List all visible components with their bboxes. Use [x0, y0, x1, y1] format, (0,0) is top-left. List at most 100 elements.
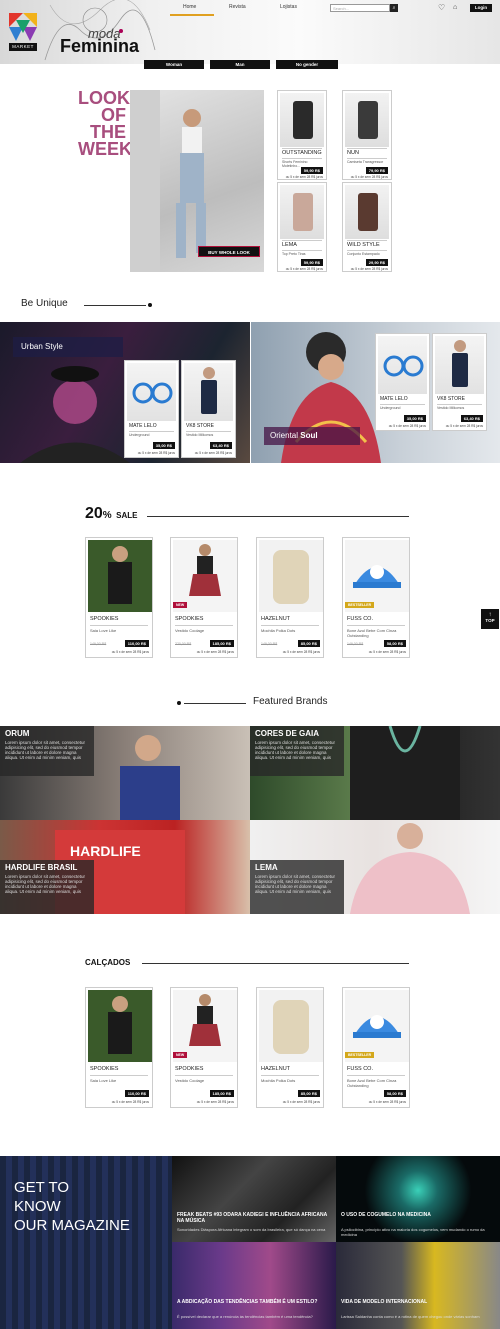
product-card[interactable]: NEW SPOOKIES Vestido Coolage 220,00 R$ 185,0…	[170, 537, 238, 658]
article-title: A ABDICAÇÃO DAS TENDÊNCIAS TAMBÉM É UM E…	[177, 1299, 318, 1305]
brand-orum-overlay[interactable]: ORUM Lorem ipsum dolor sit amet, consecte…	[0, 726, 94, 776]
market-logo[interactable]: MARKET	[9, 13, 37, 51]
product-desc: Camiseta Transgressor	[347, 160, 384, 164]
be-unique-heading: Be Unique	[21, 298, 68, 309]
look-product-card[interactable]: WILD STYLE Conjunto Estampado 29,90 R$ ou 5…	[342, 182, 392, 272]
bag-icon[interactable]: ⌂	[453, 4, 457, 11]
sale-heading: 20% SALE	[85, 505, 138, 523]
product-title: SPOOKIES	[175, 616, 204, 622]
section-dot	[148, 303, 152, 307]
look-product-card[interactable]: NUN Camiseta Transgressor 79,90 R$ ou 5 x d…	[342, 90, 392, 180]
sale-word: SALE	[116, 511, 138, 520]
tab-no-gender[interactable]: No gender	[276, 60, 338, 69]
product-desc: Conjunto Estampado	[347, 252, 380, 256]
product-image	[280, 185, 324, 239]
tab-woman[interactable]: Woman	[144, 60, 204, 69]
card-divider	[186, 431, 231, 432]
product-image	[378, 336, 427, 394]
product-card[interactable]: SPOOKIES Saia Love Like 149,00 R$ 110,00 R$…	[85, 537, 153, 658]
article-description: É possível declarar que a renúncia às te…	[177, 1314, 313, 1319]
nav-revista[interactable]: Revista	[229, 4, 246, 10]
mini-product-card[interactable]: VK8 STORE Vestido Milkomos 63,40 R$ ou 5 x …	[181, 360, 236, 458]
product-price: 79,90 R$	[365, 167, 388, 174]
product-old-price: 149,00 R$	[90, 642, 107, 646]
mini-product-card[interactable]: VK8 STORE Vestido Milkomos 63,40 R$ ou 5 x …	[432, 333, 487, 431]
product-price: 58,00 R$	[383, 1090, 406, 1097]
product-price: 59,90 R$	[300, 167, 323, 174]
product-installments: ou 5 x de sem 28 R$ juros	[111, 1100, 149, 1104]
heart-icon[interactable]: ♡	[438, 3, 445, 12]
section-dot	[177, 701, 181, 705]
product-installments: ou 5 x de sem 28 R$ juros	[196, 650, 234, 654]
card-divider	[347, 158, 387, 159]
product-price: 35,00 R$	[152, 442, 175, 449]
buy-whole-look-button[interactable]: BUY WHOLE LOOK	[198, 246, 260, 257]
look-product-card[interactable]: LEMA Top Preto Tiras 59,90 R$ ou 5 x de sem…	[277, 182, 327, 272]
card-divider	[261, 625, 319, 626]
title-line: WEEK	[78, 139, 132, 159]
magazine-article-tile[interactable]: VIDA DE MODELO INTERNACIONAL Larissa Sald…	[336, 1242, 500, 1329]
product-card[interactable]: BESTSELLER FUSS CO. Bone Azul Bebe Com Cin…	[342, 987, 410, 1108]
product-desc: Mochila Polka Dots	[261, 1078, 296, 1083]
product-desc: Underground	[129, 433, 150, 437]
magazine-article-tile[interactable]: A ABDICAÇÃO DAS TENDÊNCIAS TAMBÉM É UM E…	[172, 1242, 336, 1329]
look-main-photo[interactable]: BUY WHOLE LOOK	[130, 90, 264, 272]
product-card[interactable]: NEW SPOOKIES Vestido Coolage 185,00 R$ ou 5 …	[170, 987, 238, 1108]
model-figure-illustration	[130, 90, 206, 272]
product-price: 110,00 R$	[124, 640, 149, 647]
product-image	[184, 363, 233, 421]
nav-lojistas[interactable]: Lojistas	[280, 4, 297, 10]
heading-line: KNOW	[14, 1198, 61, 1215]
product-installments: ou 5 x de sem 28 R$ juros	[368, 650, 406, 654]
product-title: SPOOKIES	[175, 1066, 204, 1072]
search-input[interactable]: Search...	[330, 4, 390, 12]
product-price: 59,90 R$	[300, 259, 323, 266]
brand-hardlife-description: Lorem ipsum dolor sit amet, consectetur …	[5, 874, 86, 894]
search-icon[interactable]: ⌕	[390, 4, 398, 12]
product-title: HAZELNUT	[261, 616, 291, 622]
product-card[interactable]: BESTSELLER FUSS CO. Bone Azul Bebe Com Cin…	[342, 537, 410, 658]
product-desc: Saia Love Like	[90, 1078, 117, 1083]
featured-brands-heading: Featured Brands	[253, 696, 328, 707]
product-old-price: 149,00 R$	[347, 642, 364, 646]
brand-hardlife-overlay[interactable]: HARDLIFE BRASIL Lorem ipsum dolor sit ame…	[0, 860, 94, 914]
product-image	[259, 540, 323, 612]
tab-man[interactable]: Man	[210, 60, 270, 69]
brand-cores-de-gaia-name: CORES DE GAIA	[255, 729, 320, 738]
product-card[interactable]: HAZELNUT Mochila Polka Dots 85,00 R$ ou 5 x…	[256, 987, 324, 1108]
product-desc: Bone Azul Bebe Com Cinza Outstanding	[347, 1078, 397, 1088]
article-description: Sonoridades Diáspora Africana integram o…	[177, 1227, 326, 1232]
card-divider	[380, 404, 425, 405]
product-image	[435, 336, 484, 394]
sale-percent-sign: %	[102, 510, 112, 521]
login-button[interactable]: Login	[470, 4, 492, 12]
product-title: VK8 STORE	[186, 423, 214, 429]
product-price: 35,00 R$	[403, 415, 426, 422]
product-card[interactable]: SPOOKIES Saia Love Like 110,00 R$ ou 5 x de…	[85, 987, 153, 1108]
product-old-price: 220,00 R$	[175, 642, 192, 646]
product-title: SPOOKIES	[90, 1066, 119, 1072]
product-installments: ou 5 x de sem 28 R$ juros	[350, 267, 388, 271]
magazine-article-tile[interactable]: O USO DE COGUMELO NA MEDICINA A psilocibi…	[336, 1156, 500, 1242]
card-divider	[347, 148, 387, 149]
urban-style-label: Urban Style	[13, 337, 123, 357]
magazine-article-tile[interactable]: FREAK BEATS #93 ODARA KADIEGI E INFLUÊNC…	[172, 1156, 336, 1242]
mini-product-card[interactable]: MATE LELO Underground 35,00 R$ ou 5 x de se…	[124, 360, 179, 458]
look-product-card[interactable]: OUTSTANDING Shorts Feminino Moletinho... 5…	[277, 90, 327, 180]
product-price: 185,00 R$	[209, 1090, 234, 1097]
product-installments: ou 5 x de sem 28 R$ juros	[111, 650, 149, 654]
product-card[interactable]: HAZELNUT Mochila Polka Dots 149,00 R$ 85,00…	[256, 537, 324, 658]
product-title: FUSS CO.	[347, 616, 373, 622]
card-divider	[90, 625, 148, 626]
product-installments: ou 5 x de sem 28 R$ juros	[285, 175, 323, 179]
section-rule	[184, 703, 246, 704]
back-to-top-button[interactable]: ↑ TOP	[481, 609, 499, 629]
mini-product-card[interactable]: MATE LELO Underground 35,00 R$ ou 5 x de se…	[375, 333, 430, 431]
calcados-heading: CALÇADOS	[85, 958, 131, 967]
brand-lema-overlay[interactable]: LEMA Lorem ipsum dolor sit amet, consecte…	[250, 860, 344, 914]
product-title: LEMA	[282, 242, 297, 248]
product-desc: Vestido Milkomos	[437, 406, 465, 410]
card-divider	[261, 1075, 319, 1076]
brand-cores-de-gaia-overlay[interactable]: CORES DE GAIA Lorem ipsum dolor sit amet,…	[250, 726, 344, 776]
product-image	[280, 93, 324, 147]
